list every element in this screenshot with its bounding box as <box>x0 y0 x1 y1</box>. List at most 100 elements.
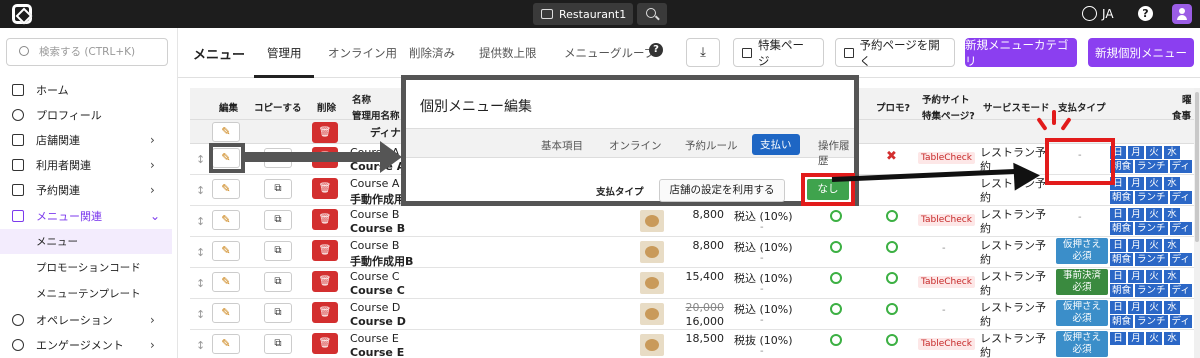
users-icon <box>12 158 24 171</box>
sidebar-item-store[interactable]: 店舗関連 › <box>0 127 178 152</box>
sidebar-item-reservations[interactable]: 予約関連 › <box>0 177 178 202</box>
delete-button[interactable]: 🗑 <box>312 209 338 230</box>
col-service-mode: サービスモード <box>983 103 1050 114</box>
meal-badges: 朝食 ランチ ディ <box>1110 284 1192 297</box>
delete-button[interactable]: 🗑 <box>312 333 338 354</box>
copy-button[interactable]: ⧉ <box>264 334 292 354</box>
trash-icon: 🗑 <box>318 307 332 318</box>
sidebar-subitem-menu-template[interactable]: メニューテンプレート <box>0 281 172 306</box>
copy-button[interactable]: ⧉ <box>264 210 292 230</box>
help-icon[interactable]: ? <box>649 43 663 57</box>
open-reservation-label: 予約ページを開く <box>859 37 940 68</box>
tab-menu-group[interactable]: メニューグループ <box>564 45 655 61</box>
pencil-icon: ✎ <box>221 306 231 319</box>
menu-photo <box>640 210 664 232</box>
delete-button[interactable]: 🗑 <box>312 302 338 323</box>
edit-button-highlight <box>209 143 245 173</box>
sidebar-item-profile[interactable]: プロフィール <box>0 102 178 127</box>
copy-button[interactable]: ⧉ <box>264 272 292 292</box>
promo-check-icon <box>886 210 898 222</box>
delete-category-button[interactable]: 🗑 <box>312 122 338 143</box>
modal-tab-payment[interactable]: 支払い <box>752 134 800 155</box>
store-icon <box>541 9 553 19</box>
col-delete: 削除 <box>317 103 337 114</box>
tax-sub: - <box>760 222 764 233</box>
restaurant-switcher[interactable]: Restaurant1 <box>533 3 633 25</box>
delete-button[interactable]: 🗑 <box>312 240 338 261</box>
copy-icon: ⧉ <box>274 338 282 349</box>
tab-admin[interactable]: 管理用 <box>267 45 302 61</box>
tablecheck-badge: TableCheck <box>918 152 975 164</box>
copy-button[interactable]: ⧉ <box>264 241 292 261</box>
drag-handle-icon[interactable]: ↕ <box>196 339 205 352</box>
new-item-button[interactable]: 新規個別メニュー <box>1088 38 1194 67</box>
sidebar-item-label: 予約関連 <box>36 183 80 197</box>
sidebar-item-operations[interactable]: オペレーション › <box>0 307 178 332</box>
sidebar-subitem-menu[interactable]: メニュー <box>0 229 172 254</box>
new-category-button[interactable]: 新規メニューカテゴリ <box>965 38 1077 68</box>
feature-page-button[interactable]: 特集ページ <box>733 38 824 68</box>
edit-button[interactable]: ✎ <box>212 303 240 323</box>
copy-icon: ⧉ <box>274 183 282 194</box>
edit-button[interactable]: ✎ <box>212 179 240 199</box>
chevron-right-icon: › <box>150 157 155 172</box>
tab-supply-limit[interactable]: 提供数上限 <box>479 45 537 61</box>
use-store-setting-button[interactable]: 店舗の設定を利用する <box>659 179 785 202</box>
sidebar-item-label: プロフィール <box>36 108 102 122</box>
copy-button[interactable]: ⧉ <box>264 303 292 323</box>
table-row: ↕ ✎ ⧉ 🗑 Course B 手動作成用B 8,800 税込 (10%) -… <box>190 237 1194 268</box>
modal-tab-reserve-rules[interactable]: 予約ルール <box>685 138 738 153</box>
globe-icon[interactable] <box>1082 6 1097 21</box>
none-option-button[interactable]: なし <box>807 179 849 200</box>
chevron-down-icon: ⌄ <box>150 208 161 223</box>
sidebar-item-menu[interactable]: メニュー関連 ⌄ <box>0 203 178 228</box>
col-name: 名称 <box>352 95 372 106</box>
edit-button[interactable]: ✎ <box>212 272 240 292</box>
delete-button[interactable]: 🗑 <box>312 178 338 199</box>
tab-online[interactable]: オンライン用 <box>328 45 397 61</box>
copy-icon: ⧉ <box>274 276 282 287</box>
scrollbar[interactable] <box>1194 88 1200 358</box>
meal-badges: 朝食 ランチ ディ <box>1110 253 1192 266</box>
drag-handle-icon[interactable]: ↕ <box>196 308 205 321</box>
drag-handle-icon[interactable]: ↕ <box>196 246 205 259</box>
tax-sub: - <box>760 253 764 264</box>
sidebar-subitem-promo-code[interactable]: プロモーションコード <box>0 255 172 280</box>
online-check-icon <box>830 210 842 222</box>
tax-sub: - <box>760 315 764 326</box>
copy-button[interactable]: ⧉ <box>264 179 292 199</box>
modal-tab-online[interactable]: オンライン <box>609 138 662 153</box>
modal-tab-history[interactable]: 操作履歴 <box>818 138 854 168</box>
drag-handle-icon[interactable]: ↕ <box>196 153 205 166</box>
sidebar-search-input[interactable]: 検索する (CTRL+K) <box>6 38 168 66</box>
sidebar-item-engagement[interactable]: エンゲージメント › <box>0 332 178 357</box>
edit-button[interactable]: ✎ <box>212 210 240 230</box>
table-row: ↕ ✎ ⧉ 🗑 Course D Course D 20,000 16,000 … <box>190 299 1194 330</box>
tablecheck-badge: TableCheck <box>918 276 975 288</box>
delete-button[interactable]: 🗑 <box>312 271 338 292</box>
meal-badges: 朝食 ランチ ディ <box>1110 315 1192 328</box>
item-name: Course A <box>350 177 400 190</box>
active-tab-indicator <box>254 75 314 78</box>
sidebar-item-home[interactable]: ホーム <box>0 77 178 102</box>
sidebar-item-users[interactable]: 利用者関連 › <box>0 152 178 177</box>
edit-button[interactable]: ✎ <box>212 334 240 354</box>
search-icon[interactable] <box>637 3 667 25</box>
tab-deleted[interactable]: 削除済み <box>409 45 455 61</box>
drag-handle-icon[interactable]: ↕ <box>196 277 205 290</box>
search-icon <box>19 46 29 56</box>
drag-handle-icon[interactable]: ↕ <box>196 184 205 197</box>
page-header: メニュー 管理用 オンライン用 削除済み 提供数上限 メニューグループ ? ⤓ … <box>178 28 1200 78</box>
table-row: ↕ ✎ ⧉ 🗑 Course B Course B 8,800 税込 (10%)… <box>190 206 1194 237</box>
drag-handle-icon[interactable]: ↕ <box>196 215 205 228</box>
edit-button[interactable]: ✎ <box>212 241 240 261</box>
edit-category-button[interactable]: ✎ <box>212 122 240 142</box>
avatar[interactable] <box>1172 4 1192 24</box>
scrollbar-thumb[interactable] <box>1195 92 1199 242</box>
modal-tab-basic[interactable]: 基本項目 <box>541 138 583 153</box>
language-label[interactable]: JA <box>1102 7 1114 21</box>
export-button[interactable]: ⤓ <box>686 38 720 67</box>
help-icon[interactable]: ? <box>1138 6 1153 21</box>
open-reservation-page-button[interactable]: 予約ページを開く <box>835 37 955 68</box>
logo-icon[interactable] <box>12 4 32 24</box>
